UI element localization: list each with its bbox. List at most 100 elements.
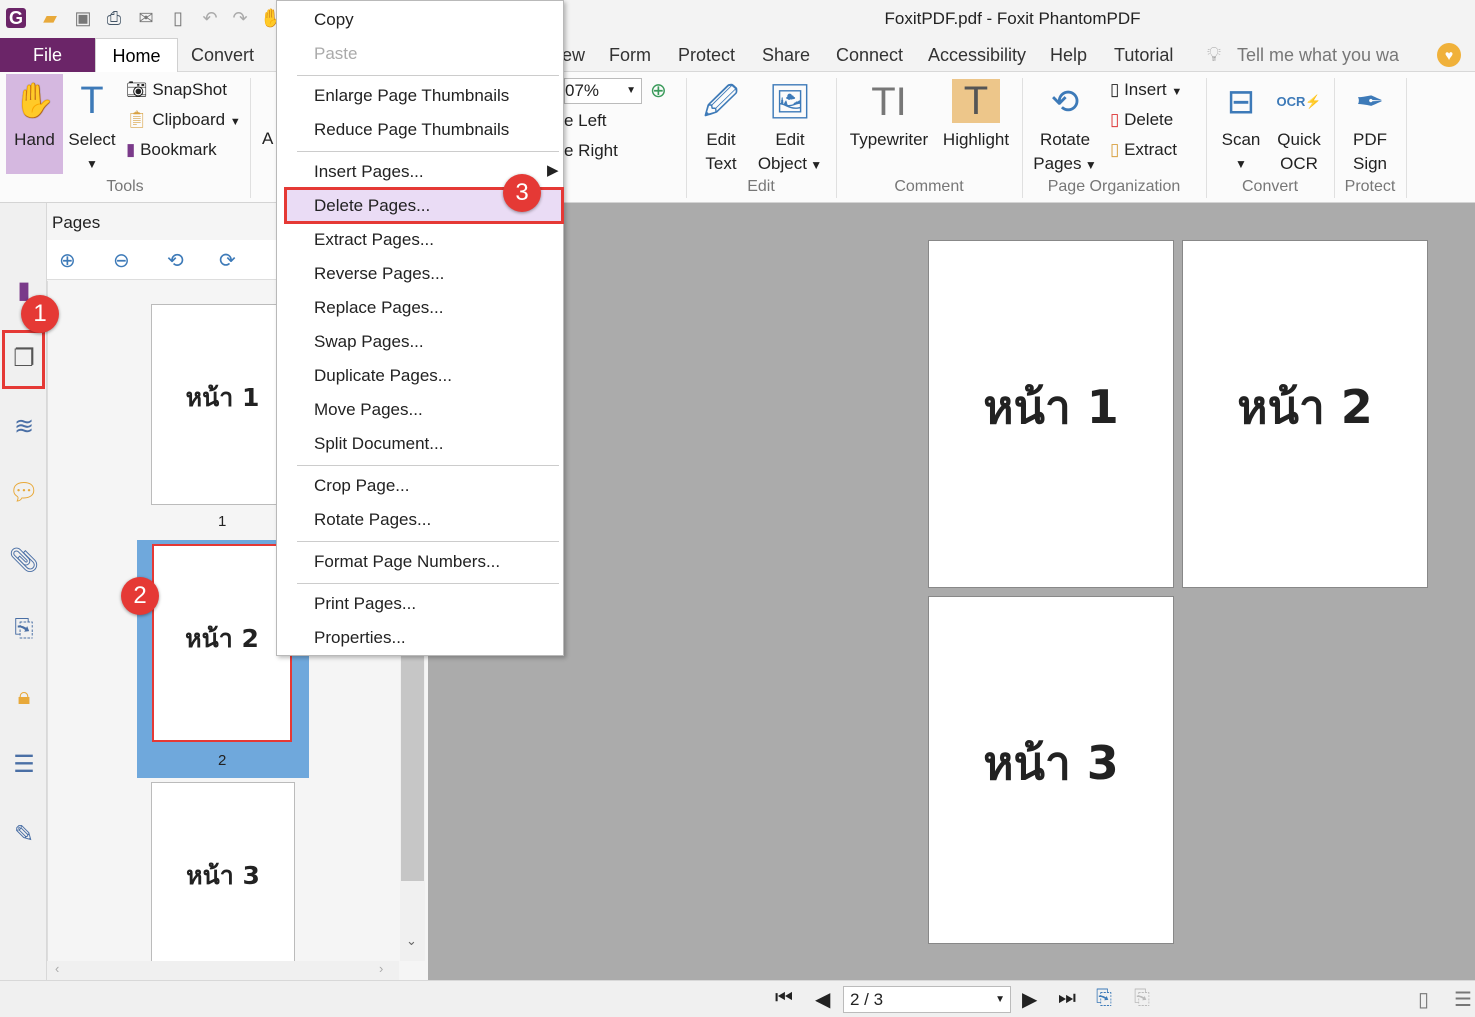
zoom-in-thumbnail-icon[interactable]: ⊕ — [59, 248, 76, 273]
hand-button[interactable]: ✋ Hand — [6, 74, 63, 174]
rotate-right-thumbnail-icon[interactable]: ⟳ — [219, 248, 236, 273]
continuous-view-icon[interactable]: ☰ — [1454, 987, 1472, 1012]
rotate-right-button[interactable]: e Right — [564, 136, 618, 166]
scrollbar-thumb[interactable] — [401, 655, 424, 881]
thumbnail-page-1[interactable]: หน้า 1 — [151, 304, 294, 505]
menu-item-extract-pages[interactable]: Extract Pages... — [314, 228, 434, 252]
menu-item-print-pages[interactable]: Print Pages... — [314, 592, 416, 616]
menu-item-reverse-pages[interactable]: Reverse Pages... — [314, 262, 444, 286]
select-button[interactable]: T Select ▼ — [66, 74, 118, 176]
rotate-pages-label: Rotate — [1039, 130, 1091, 149]
clipboard-icon: 📋︎ — [126, 110, 153, 129]
delete-button[interactable]: ▯ Delete — [1110, 105, 1173, 135]
edit-text-button[interactable]: 🖉 Edit Text — [694, 76, 748, 176]
tab-accessibility[interactable]: Accessibility — [914, 38, 1040, 72]
context-menu: Copy Paste Enlarge Page Thumbnails Reduc… — [276, 0, 564, 656]
horizontal-scrollbar[interactable]: ‹ › — [47, 961, 399, 980]
first-page-icon[interactable]: ⏮ — [775, 987, 793, 1010]
tab-help[interactable]: Help — [1036, 38, 1101, 72]
ocr-icon: OCR⚡ — [1276, 94, 1322, 109]
snapshot-button[interactable]: 📷︎ SnapShot — [126, 75, 227, 105]
signature-panel-icon[interactable]: ⎘ — [8, 613, 40, 645]
quick-ocr-label-2: OCR — [1280, 154, 1318, 173]
menu-item-properties[interactable]: Properties... — [314, 626, 406, 650]
typewriter-label: Typewriter — [849, 130, 929, 149]
tools-panel-icon[interactable]: ✎ — [8, 819, 40, 851]
edit-object-icon: 🖼︎ — [768, 83, 812, 121]
rotate-thumbnail-icon[interactable]: ⟲ — [167, 248, 184, 273]
zoom-in-icon[interactable]: ⊕ — [650, 78, 667, 103]
heart-icon[interactable]: ♥ — [1437, 43, 1461, 67]
rotate-pages-button[interactable]: ⟲ Rotate Pages ▼ — [1030, 76, 1100, 177]
attachments-panel-icon[interactable]: 📎︎ — [8, 545, 40, 577]
highlight-button[interactable]: T Highlight — [938, 76, 1014, 152]
menu-item-format-page-numbers[interactable]: Format Page Numbers... — [314, 550, 500, 574]
single-page-view-icon[interactable]: ▯ — [1418, 987, 1429, 1012]
scan-label: Scan — [1221, 130, 1261, 149]
zoom-select[interactable]: 07% ▼ — [564, 78, 642, 104]
page-number-input[interactable]: 2 / 3 ▼ — [843, 986, 1011, 1013]
camera-icon: 📷︎ — [126, 80, 153, 99]
menu-item-reduce-thumbnails[interactable]: Reduce Page Thumbnails — [314, 118, 509, 142]
comments-panel-icon[interactable]: 💬︎ — [8, 477, 40, 509]
previous-view-icon[interactable]: ⎘ — [1096, 987, 1112, 1010]
edit-object-button[interactable]: 🖼︎ Edit Object ▼ — [752, 76, 828, 177]
thumbnail-page-2[interactable]: หน้า 2 — [152, 544, 292, 742]
pdf-sign-button[interactable]: ✒ PDF Sign — [1340, 76, 1400, 176]
highlight-label: Highlight — [942, 130, 1010, 149]
extract-button[interactable]: ▯ Extract — [1110, 135, 1177, 165]
ribbon-tabs: File Home Convert ew Form Protect Share … — [0, 38, 1475, 73]
insert-button[interactable]: ▯ Insert ▼ — [1110, 75, 1182, 107]
rotate-left-button[interactable]: e Left — [564, 106, 607, 136]
form-panel-icon[interactable]: ☰ — [8, 749, 40, 781]
scan-button[interactable]: ⊟ Scan ▼ — [1214, 76, 1268, 176]
edit-text-icon: 🖉 — [702, 83, 740, 121]
menu-item-replace-pages[interactable]: Replace Pages... — [314, 296, 443, 320]
dropdown-arrow-icon: ▼ — [1171, 86, 1183, 98]
tell-me-input[interactable]: Tell me what you wa — [1237, 45, 1399, 66]
tab-home[interactable]: Home — [95, 38, 178, 73]
title-bar: G ▰ ▣ ⎙ ✉ ▯ ↶ ↷ ✋ FoxitPDF.pdf - Foxit P… — [0, 0, 1475, 38]
bookmark-button[interactable]: ▮ Bookmark — [126, 135, 217, 165]
tab-convert[interactable]: Convert — [177, 38, 268, 72]
document-page-3[interactable]: หน้า 3 — [928, 596, 1174, 944]
extract-page-icon: ▯ — [1110, 140, 1125, 159]
tab-form[interactable]: Form — [595, 38, 665, 72]
tab-connect[interactable]: Connect — [822, 38, 917, 72]
document-page-2[interactable]: หน้า 2 — [1182, 240, 1428, 588]
tab-tutorial[interactable]: Tutorial — [1100, 38, 1187, 72]
next-view-icon[interactable]: ⎘ — [1134, 987, 1150, 1010]
menu-item-crop-page[interactable]: Crop Page... — [314, 474, 409, 498]
last-page-icon[interactable]: ⏭ — [1058, 987, 1076, 1010]
tab-share[interactable]: Share — [748, 38, 824, 72]
typewriter-button[interactable]: TI Typewriter — [844, 76, 934, 152]
layers-panel-icon[interactable]: ≋ — [8, 411, 40, 443]
callout-step-2: 2 — [121, 577, 159, 615]
security-lock-icon[interactable]: 🔒︎ — [8, 681, 40, 713]
menu-item-move-pages[interactable]: Move Pages... — [314, 398, 423, 422]
quick-ocr-button[interactable]: OCR⚡ Quick OCR — [1270, 76, 1328, 176]
scroll-left-icon[interactable]: ‹ — [55, 961, 59, 976]
menu-item-swap-pages[interactable]: Swap Pages... — [314, 330, 424, 354]
scroll-down-icon[interactable]: ⌄ — [406, 933, 417, 949]
tab-protect[interactable]: Protect — [664, 38, 749, 72]
comment-group-label: Comment — [894, 178, 964, 195]
menu-item-rotate-pages[interactable]: Rotate Pages... — [314, 508, 431, 532]
document-page-1[interactable]: หน้า 1 — [928, 240, 1174, 588]
previous-page-icon[interactable]: ◀ — [815, 987, 830, 1012]
clipboard-button[interactable]: 📋︎ Clipboard ▼ — [126, 105, 241, 137]
edit-text-label-2: Text — [705, 154, 737, 173]
scroll-right-icon[interactable]: › — [379, 961, 383, 976]
menu-item-split-document[interactable]: Split Document... — [314, 432, 443, 456]
menu-item-duplicate-pages[interactable]: Duplicate Pages... — [314, 364, 452, 388]
menu-item-insert-pages[interactable]: Insert Pages... — [314, 160, 424, 184]
zoom-out-thumbnail-icon[interactable]: ⊖ — [113, 248, 130, 273]
menu-item-enlarge-thumbnails[interactable]: Enlarge Page Thumbnails — [314, 84, 509, 108]
menu-item-copy[interactable]: Copy — [314, 8, 354, 32]
thumbnail-page-3[interactable]: หน้า 3 — [151, 782, 295, 962]
menu-item-delete-pages[interactable]: Delete Pages... — [314, 194, 430, 218]
bookmark-label: Bookmark — [140, 140, 217, 159]
ribbon: ✋ Hand T Select ▼ 📷︎ SnapShot 📋︎ Clipboa… — [0, 72, 1475, 203]
tab-file[interactable]: File — [0, 38, 95, 72]
next-page-icon[interactable]: ▶ — [1022, 987, 1037, 1012]
